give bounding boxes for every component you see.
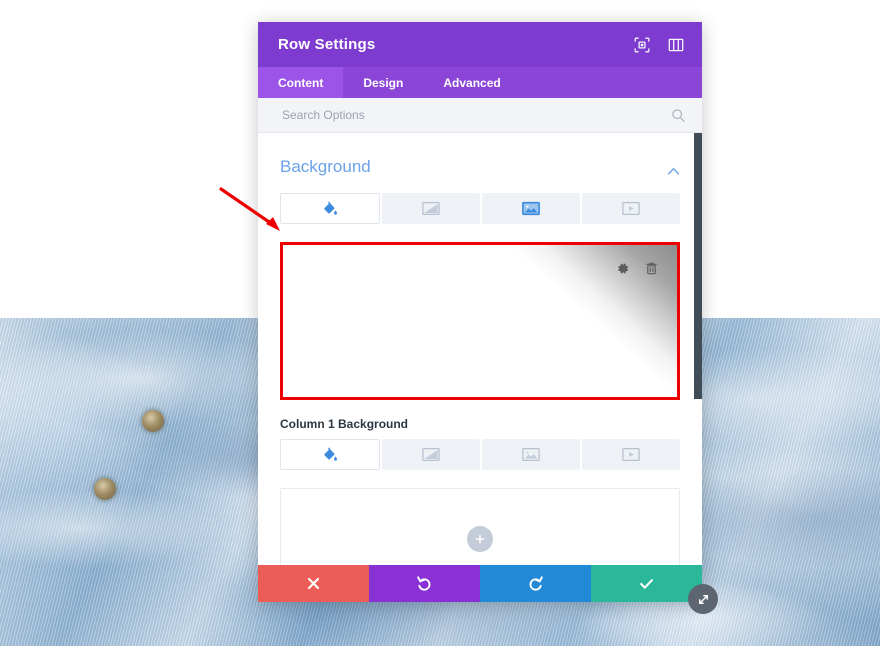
close-x-icon: [307, 577, 320, 590]
background-video-tab[interactable]: [582, 193, 680, 224]
gradient-icon: [422, 448, 440, 461]
background-section-title: Background: [280, 157, 371, 176]
search-options-bar: [258, 98, 702, 133]
diagonal-resize-icon: [698, 594, 708, 604]
tab-design[interactable]: Design: [343, 67, 423, 98]
image-icon: [522, 448, 540, 461]
background-section-header[interactable]: Background: [280, 133, 680, 193]
gradient-icon: [422, 202, 440, 215]
redo-button[interactable]: [480, 565, 591, 602]
modal-footer-actions: [258, 565, 702, 602]
modal-scrollbar-track[interactable]: [694, 133, 702, 565]
modal-scrollbar-thumb[interactable]: [694, 133, 702, 399]
column-background-image-tab[interactable]: [482, 439, 580, 470]
denim-rivet: [142, 410, 164, 432]
background-image-tab[interactable]: [482, 193, 580, 224]
chevron-up-icon[interactable]: [667, 163, 680, 175]
add-plus-icon[interactable]: [467, 526, 493, 552]
image-icon: [522, 201, 540, 216]
checkmark-icon: [640, 579, 654, 589]
focus-target-icon[interactable]: [634, 37, 650, 53]
resize-handle[interactable]: [688, 584, 718, 614]
background-preview-wrapper: [280, 242, 680, 400]
column-background-label: Column 1 Background: [280, 417, 409, 431]
save-button[interactable]: [591, 565, 702, 602]
column-background-gradient-tab[interactable]: [382, 439, 480, 470]
background-type-tabs: [280, 193, 680, 224]
tab-content[interactable]: Content: [258, 67, 344, 98]
modal-scroll-body: Background Column 1 Background: [258, 133, 702, 565]
column-background-color-tab[interactable]: [280, 439, 380, 470]
preview-action-group: [615, 261, 659, 276]
layout-panel-icon[interactable]: [668, 37, 684, 53]
undo-button[interactable]: [369, 565, 480, 602]
background-image-preview[interactable]: [283, 245, 677, 397]
background-gradient-tab[interactable]: [382, 193, 480, 224]
video-icon: [622, 202, 640, 215]
cancel-button[interactable]: [258, 565, 369, 602]
modal-tab-strip: Content Design Advanced: [258, 67, 702, 98]
paint-bucket-icon: [323, 201, 337, 215]
background-color-tab[interactable]: [280, 193, 380, 224]
settings-gear-icon[interactable]: [615, 261, 630, 276]
titlebar-icon-group: [634, 37, 684, 53]
search-icon[interactable]: [671, 108, 686, 123]
column-background-type-tabs: [280, 439, 680, 470]
red-highlight-box-annotation: [280, 242, 680, 400]
modal-titlebar: Row Settings: [258, 22, 702, 67]
redo-arrow-icon: [529, 576, 543, 591]
search-input[interactable]: [280, 107, 671, 123]
delete-trash-icon[interactable]: [644, 261, 659, 276]
tab-advanced[interactable]: Advanced: [423, 67, 520, 98]
modal-scroll-content: Background Column 1 Background: [258, 133, 702, 565]
paint-bucket-icon: [323, 447, 337, 461]
video-icon: [622, 448, 640, 461]
column-background-upload-box[interactable]: [280, 488, 680, 565]
page-title: Row Settings: [278, 36, 376, 53]
undo-arrow-icon: [417, 576, 431, 591]
row-settings-modal: Row Settings Content Design Advanced Sea…: [258, 22, 702, 602]
column-background-video-tab[interactable]: [582, 439, 680, 470]
denim-rivet: [94, 478, 116, 500]
